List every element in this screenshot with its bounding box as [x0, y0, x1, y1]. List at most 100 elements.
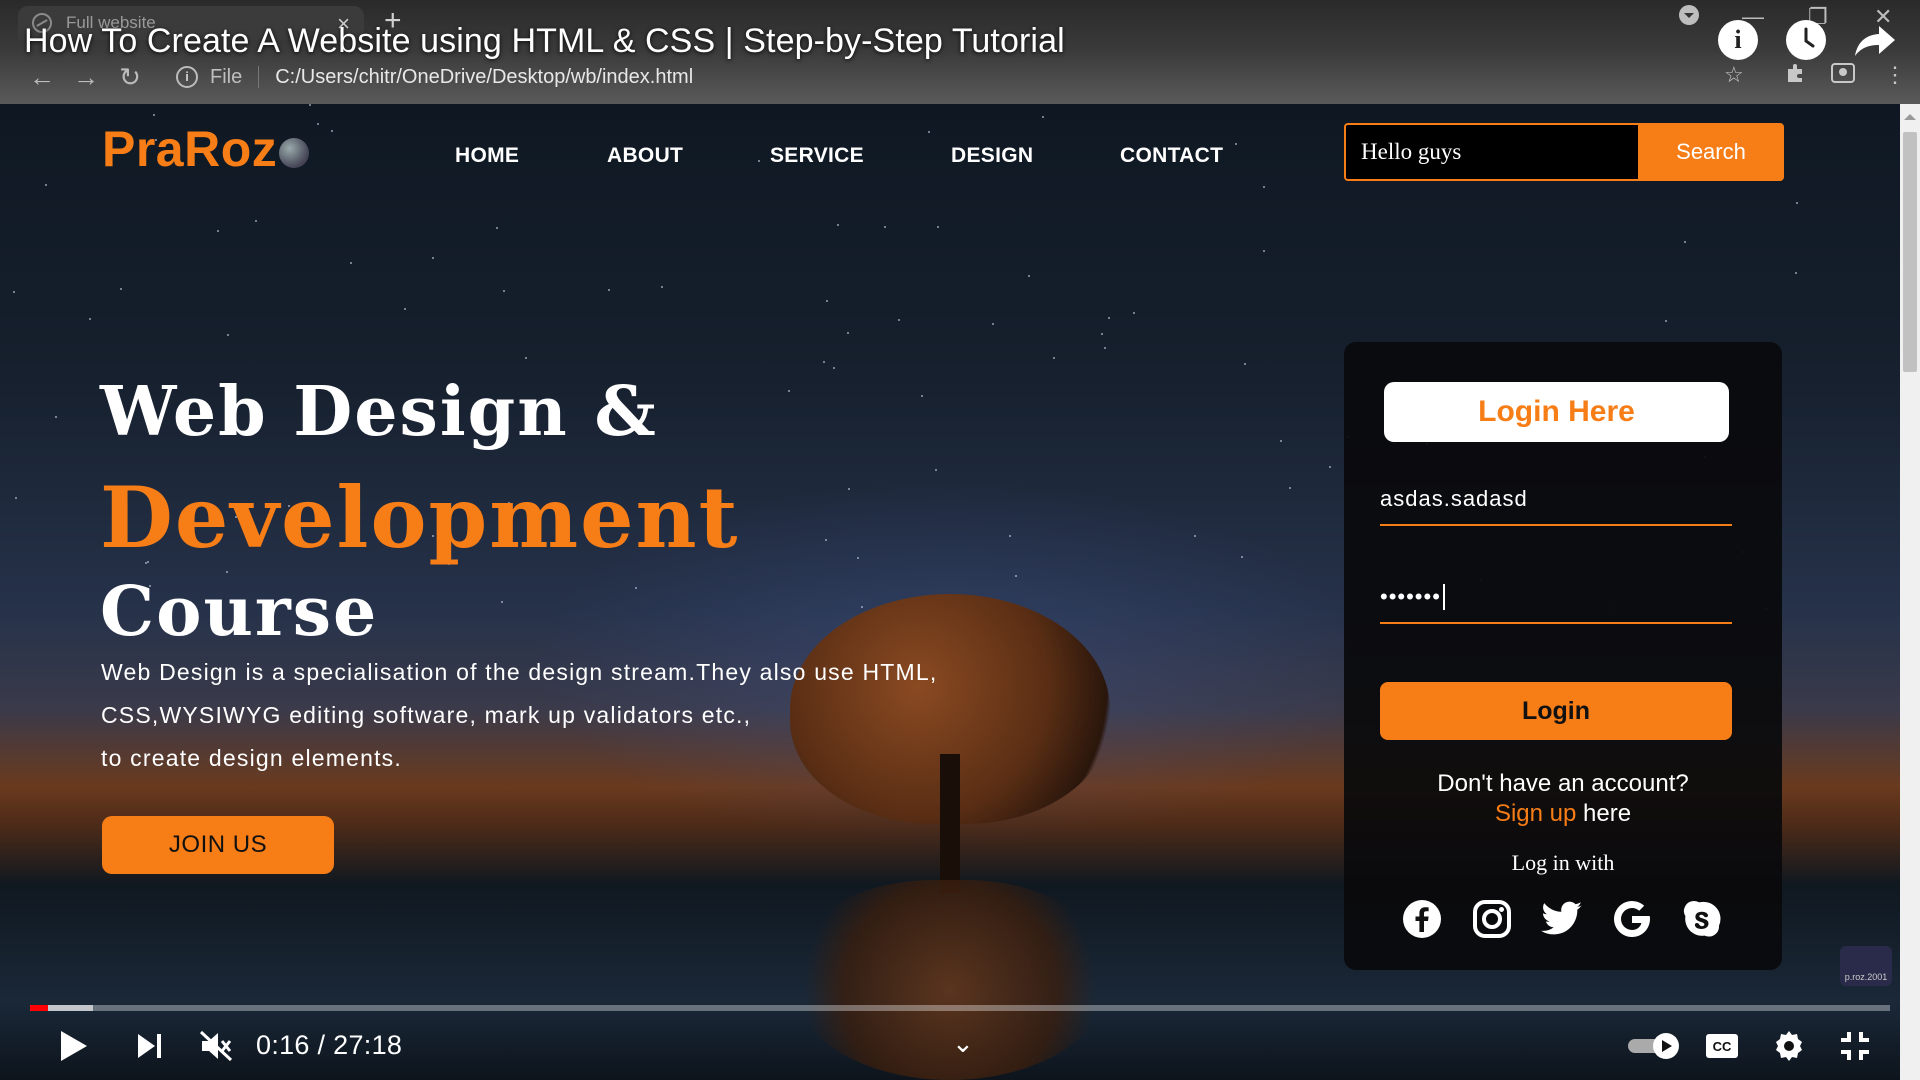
sign-up-suffix: here [1576, 800, 1632, 827]
star [788, 390, 790, 392]
site-logo[interactable]: PraRoz [102, 120, 310, 178]
star [1235, 143, 1237, 145]
star [937, 226, 939, 228]
star [309, 104, 311, 106]
star [89, 318, 91, 320]
star [1263, 186, 1265, 188]
watch-later-icon[interactable] [1786, 20, 1826, 60]
username-field[interactable]: asdas.sadasd [1380, 476, 1732, 526]
star [1665, 320, 1667, 322]
star [1244, 363, 1246, 365]
hero-heading-line2: Development [100, 468, 740, 567]
url-text[interactable]: C:/Users/chitr/OneDrive/Desktop/wb/index… [275, 66, 693, 89]
star [317, 123, 319, 125]
star [837, 224, 839, 226]
nav-service[interactable]: SERVICE [770, 144, 864, 168]
star [1053, 357, 1055, 359]
star [45, 184, 47, 186]
star [503, 290, 505, 292]
profile-icon[interactable] [1830, 62, 1856, 90]
star [1028, 275, 1030, 277]
settings-gear-icon[interactable] [1772, 1028, 1806, 1064]
star [525, 357, 527, 359]
captions-label: CC [1713, 1039, 1732, 1054]
video-title[interactable]: How To Create A Website using HTML & CSS… [24, 22, 1065, 61]
video-time: 0:16 / 27:18 [256, 1030, 403, 1060]
star [661, 286, 663, 288]
star [935, 469, 937, 471]
browser-menu-icon[interactable]: ⋮ [1884, 62, 1906, 88]
star [928, 131, 930, 133]
star [255, 220, 257, 222]
star [635, 587, 637, 589]
exit-fullscreen-icon[interactable] [1838, 1028, 1872, 1064]
star [404, 308, 406, 310]
logo-text: PraRoz [102, 121, 278, 177]
channel-watermark[interactable]: p.roz.2001 [1840, 946, 1892, 986]
chevron-down-icon[interactable]: ⌄ [952, 1028, 974, 1059]
video-progress-bar[interactable] [30, 1005, 1890, 1011]
nav-about[interactable]: ABOUT [607, 144, 683, 168]
sign-up-link[interactable]: Sign up [1495, 800, 1576, 827]
star [608, 289, 610, 291]
nav-design[interactable]: DESIGN [951, 144, 1033, 168]
star [501, 601, 503, 603]
reload-icon[interactable]: ↻ [108, 62, 152, 93]
star [1795, 272, 1797, 274]
facebook-icon[interactable] [1400, 897, 1444, 941]
nav-contact[interactable]: CONTACT [1120, 144, 1223, 168]
password-field[interactable]: ••••••• [1380, 574, 1732, 624]
star [120, 288, 122, 290]
twitter-icon[interactable] [1540, 897, 1584, 941]
site-search-input[interactable]: Hello guys [1344, 123, 1638, 181]
autoplay-toggle[interactable] [1626, 1028, 1682, 1064]
star [1241, 556, 1243, 558]
hero-heading-line3: Course [100, 572, 379, 652]
site-info-icon[interactable]: i [176, 66, 198, 88]
moon-icon [279, 138, 310, 168]
login-card: Login Here asdas.sadasd ••••••• Login Do… [1344, 342, 1782, 970]
played-bar [30, 1005, 49, 1011]
skype-icon[interactable] [1680, 897, 1724, 941]
next-video-icon[interactable] [132, 1028, 168, 1064]
star [1133, 312, 1135, 314]
star [847, 332, 849, 334]
play-icon[interactable] [56, 1028, 92, 1064]
login-heading: Login Here [1384, 382, 1729, 442]
no-account-text: Don't have an account? [1437, 770, 1689, 797]
extensions-icon[interactable] [1784, 62, 1806, 90]
page-scrollbar[interactable] [1900, 104, 1920, 1080]
tree-trunk [940, 754, 960, 894]
login-button[interactable]: Login [1380, 682, 1732, 740]
star [1329, 466, 1331, 468]
star [833, 367, 835, 369]
profile-dropdown-icon[interactable] [1678, 4, 1700, 32]
url-scheme-label: File [210, 65, 243, 88]
tree-image [790, 594, 1110, 894]
star [1263, 250, 1265, 252]
star [898, 319, 900, 321]
instagram-icon[interactable] [1470, 897, 1514, 941]
text-caret [1442, 584, 1445, 610]
star [848, 488, 850, 490]
forward-icon[interactable]: → [64, 62, 108, 93]
join-us-button[interactable]: JOIN US [102, 816, 334, 874]
share-icon[interactable] [1852, 20, 1898, 60]
star [1684, 241, 1686, 243]
scrollbar-thumb[interactable] [1903, 132, 1917, 372]
star [825, 539, 827, 541]
star [1194, 535, 1196, 537]
google-icon[interactable] [1610, 897, 1654, 941]
tree-reflection [790, 880, 1110, 1080]
bookmark-star-icon[interactable]: ☆ [1724, 62, 1744, 88]
nav-home[interactable]: HOME [455, 144, 519, 168]
star [13, 291, 15, 293]
site-search-button[interactable]: Search [1638, 123, 1784, 181]
star [331, 130, 333, 132]
back-icon[interactable]: ← [20, 62, 64, 93]
address-bar[interactable]: ← → ↻ i File C:/Users/chitr/OneDrive/Des… [20, 60, 693, 94]
captions-button[interactable]: CC [1704, 1028, 1740, 1064]
info-icon[interactable]: i [1718, 20, 1758, 60]
volume-muted-icon[interactable] [196, 1028, 236, 1064]
watermark-text: p.roz.2001 [1844, 972, 1888, 982]
